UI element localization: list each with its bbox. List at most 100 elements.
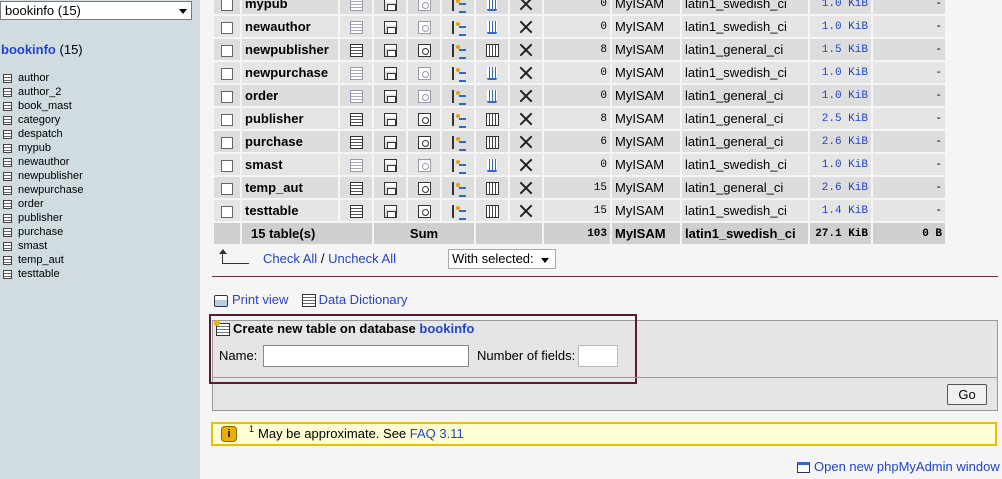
insert-icon[interactable]: [451, 67, 466, 83]
nav-table-item[interactable]: author_2: [3, 85, 83, 99]
empty-table-icon[interactable]: [485, 205, 499, 219]
insert-icon[interactable]: [451, 136, 466, 152]
drop-icon[interactable]: [519, 20, 533, 34]
printer-icon[interactable]: [214, 294, 228, 307]
print-view-link[interactable]: Print view: [232, 292, 288, 307]
table-name[interactable]: order: [245, 88, 278, 103]
nav-table-link[interactable]: book_mast: [18, 100, 72, 113]
row-checkbox[interactable]: [221, 159, 233, 172]
search-icon[interactable]: [417, 159, 431, 173]
row-checkbox[interactable]: [221, 136, 233, 149]
nav-table-item[interactable]: temp_aut: [3, 253, 83, 267]
nav-table-item[interactable]: order: [3, 197, 83, 211]
nav-table-item[interactable]: book_mast: [3, 99, 83, 113]
search-icon[interactable]: [417, 182, 431, 196]
nav-table-item[interactable]: category: [3, 113, 83, 127]
table-icon[interactable]: [3, 199, 12, 209]
empty-table-icon[interactable]: [485, 136, 499, 150]
drop-icon[interactable]: [519, 43, 533, 57]
nav-table-link[interactable]: purchase: [18, 226, 63, 239]
nav-table-item[interactable]: newpurchase: [3, 183, 83, 197]
browse-icon[interactable]: [349, 0, 363, 12]
empty-table-icon[interactable]: [485, 44, 499, 58]
table-name[interactable]: temp_aut: [245, 180, 303, 195]
trash-icon[interactable]: [487, 67, 497, 81]
search-icon[interactable]: [417, 205, 431, 219]
table-name[interactable]: smast: [245, 157, 283, 172]
nav-table-item[interactable]: purchase: [3, 225, 83, 239]
table-icon[interactable]: [3, 185, 12, 195]
nav-table-item[interactable]: newpublisher: [3, 169, 83, 183]
insert-icon[interactable]: [451, 205, 466, 221]
structure-icon[interactable]: [383, 159, 397, 173]
data-dictionary-icon[interactable]: [301, 294, 316, 308]
table-name[interactable]: newpublisher: [245, 42, 329, 57]
size-cell[interactable]: 1.0 KiB: [810, 154, 871, 175]
structure-icon[interactable]: [383, 205, 397, 219]
table-name[interactable]: newauthor: [245, 19, 311, 34]
structure-icon[interactable]: [383, 182, 397, 196]
table-name[interactable]: publisher: [245, 111, 304, 126]
row-checkbox[interactable]: [221, 0, 233, 11]
row-checkbox[interactable]: [221, 182, 233, 195]
size-cell[interactable]: 2.6 KiB: [810, 177, 871, 198]
database-link[interactable]: bookinfo: [1, 42, 56, 57]
insert-icon[interactable]: [451, 182, 466, 198]
empty-table-icon[interactable]: [485, 182, 499, 196]
row-checkbox[interactable]: [221, 21, 233, 34]
drop-icon[interactable]: [519, 158, 533, 172]
table-name[interactable]: testtable: [245, 203, 298, 218]
size-cell[interactable]: 2.6 KiB: [810, 131, 871, 152]
insert-icon[interactable]: [451, 90, 466, 106]
nav-table-item[interactable]: publisher: [3, 211, 83, 225]
structure-icon[interactable]: [383, 21, 397, 35]
insert-icon[interactable]: [451, 21, 466, 37]
table-icon[interactable]: [3, 213, 12, 223]
database-select[interactable]: bookinfo (15): [0, 1, 192, 20]
table-icon[interactable]: [3, 87, 12, 97]
search-icon[interactable]: [417, 113, 431, 127]
browse-icon[interactable]: [349, 136, 363, 150]
with-selected-dropdown[interactable]: With selected:: [448, 249, 556, 269]
search-icon[interactable]: [417, 21, 431, 35]
drop-icon[interactable]: [519, 204, 533, 218]
row-checkbox[interactable]: [221, 90, 233, 103]
row-checkbox[interactable]: [221, 205, 233, 218]
search-icon[interactable]: [417, 136, 431, 150]
structure-icon[interactable]: [383, 67, 397, 81]
drop-icon[interactable]: [519, 89, 533, 103]
table-name-input[interactable]: [263, 345, 469, 367]
open-new-window-link[interactable]: Open new phpMyAdmin window: [814, 459, 1000, 474]
drop-icon[interactable]: [519, 181, 533, 195]
drop-icon[interactable]: [519, 0, 533, 11]
nav-table-item[interactable]: newauthor: [3, 155, 83, 169]
browse-icon[interactable]: [349, 90, 363, 104]
table-icon[interactable]: [3, 241, 12, 251]
drop-icon[interactable]: [519, 66, 533, 80]
nav-table-link[interactable]: newauthor: [18, 156, 69, 169]
faq-link[interactable]: FAQ 3.11: [410, 426, 464, 441]
nav-table-item[interactable]: testtable: [3, 267, 83, 281]
browse-icon[interactable]: [349, 21, 363, 35]
structure-icon[interactable]: [383, 90, 397, 104]
check-all-link[interactable]: Check All: [263, 251, 317, 266]
row-checkbox[interactable]: [221, 113, 233, 126]
drop-icon[interactable]: [519, 112, 533, 126]
table-name[interactable]: mypub: [245, 0, 288, 11]
table-icon[interactable]: [3, 101, 12, 111]
go-button[interactable]: Go: [947, 384, 987, 405]
table-name[interactable]: newpurchase: [245, 65, 328, 80]
table-icon[interactable]: [3, 157, 12, 167]
nav-table-link[interactable]: mypub: [18, 142, 51, 155]
structure-icon[interactable]: [383, 113, 397, 127]
row-checkbox[interactable]: [221, 44, 233, 57]
nav-table-link[interactable]: newpurchase: [18, 184, 83, 197]
size-cell[interactable]: 1.5 KiB: [810, 39, 871, 60]
nav-table-link[interactable]: order: [18, 198, 44, 211]
nav-table-link[interactable]: despatch: [18, 128, 63, 141]
nav-table-item[interactable]: mypub: [3, 141, 83, 155]
number-of-fields-input[interactable]: [578, 345, 618, 367]
table-icon[interactable]: [3, 129, 12, 139]
size-cell[interactable]: 2.5 KiB: [810, 108, 871, 129]
browse-icon[interactable]: [349, 113, 363, 127]
